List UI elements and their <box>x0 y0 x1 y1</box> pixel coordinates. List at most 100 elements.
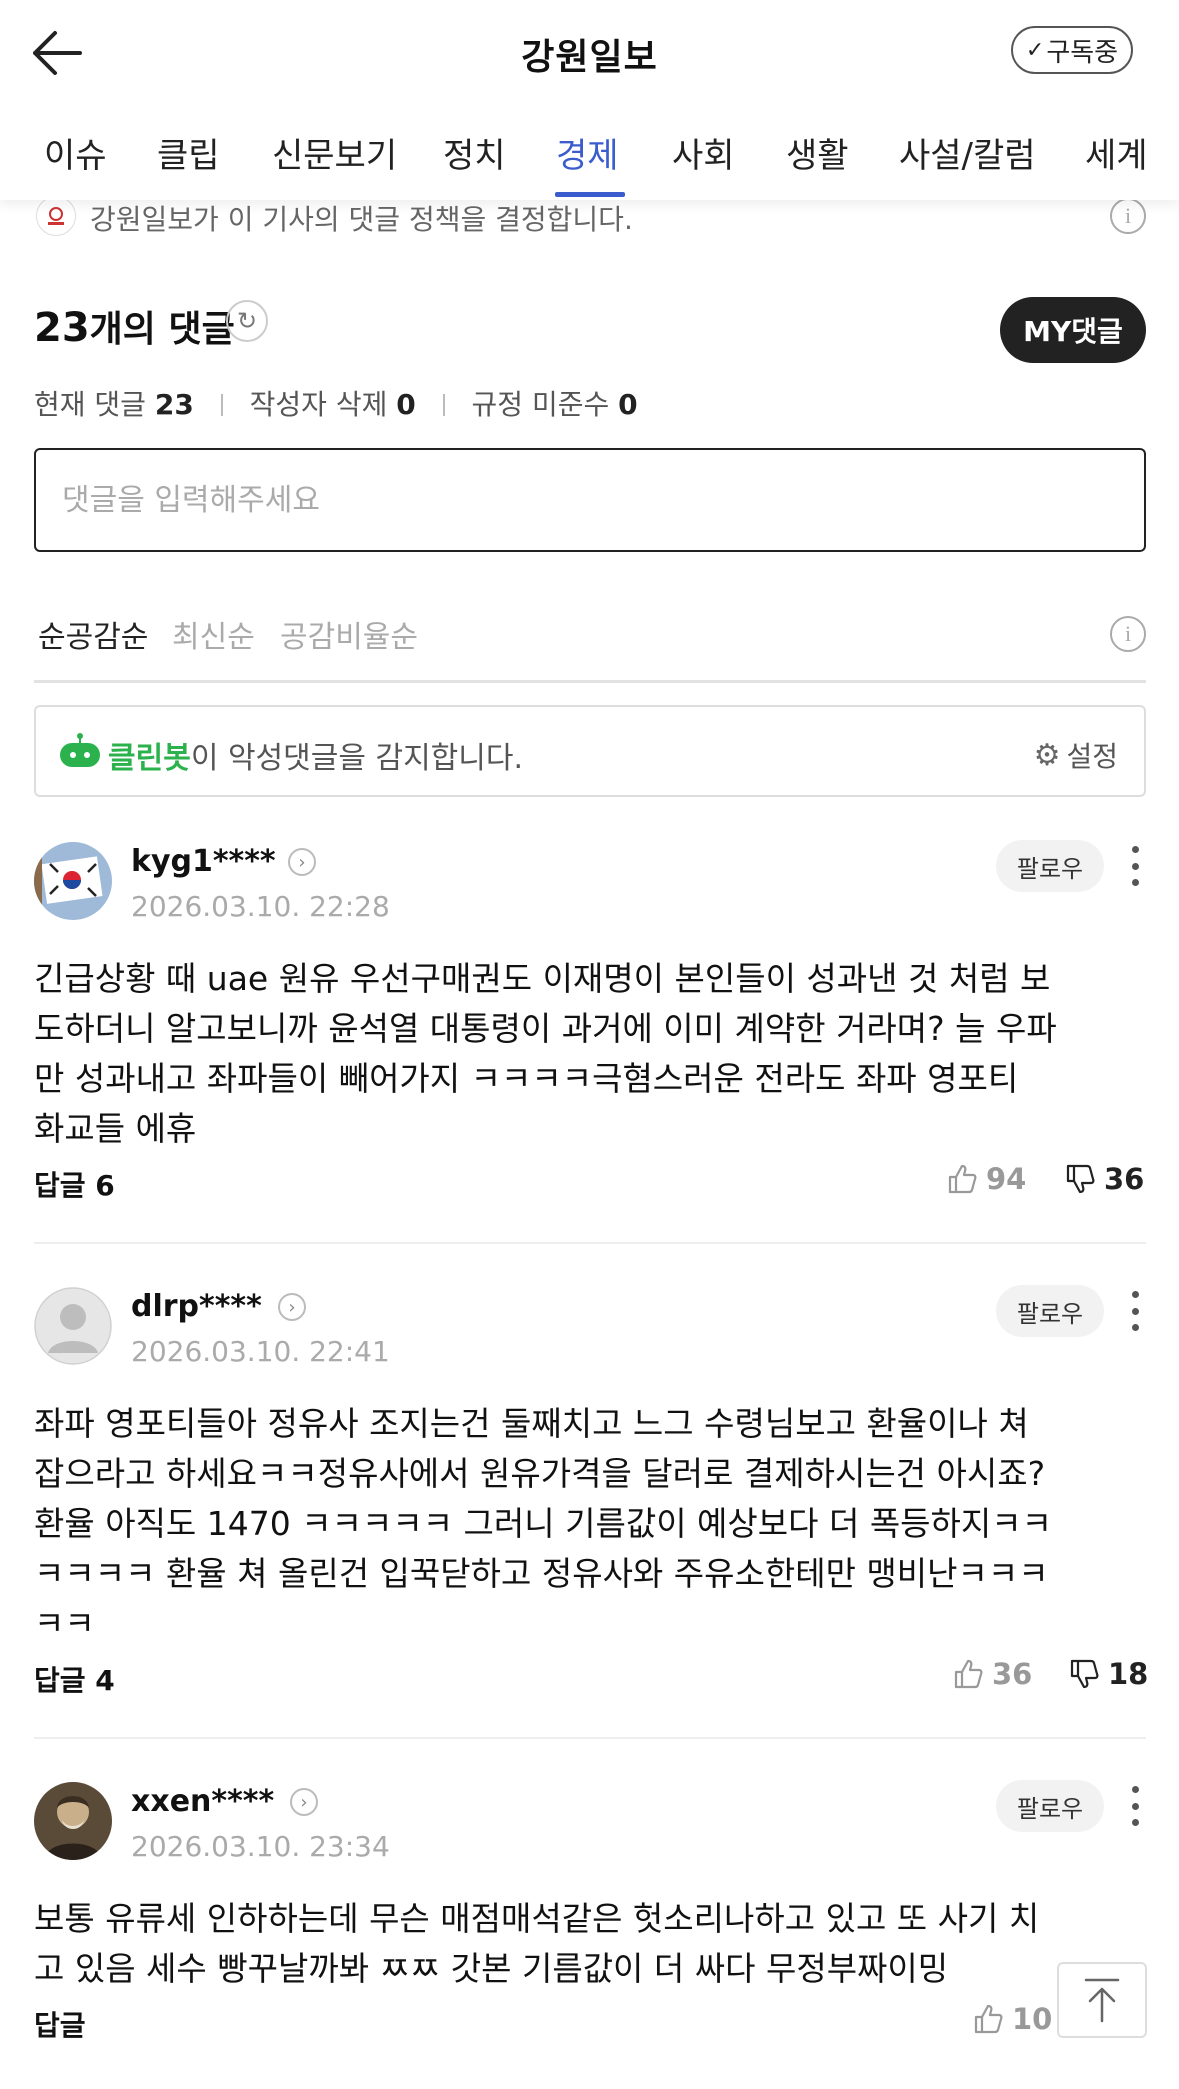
avatar[interactable] <box>34 842 112 920</box>
stat-separator <box>220 394 223 416</box>
comment-text: 보통 유류세 인하하는데 무슨 매점매석같은 헛소리나하고 있고 또 사기 치 … <box>34 1899 1040 1988</box>
comment-date: 2026.03.10. 23:34 <box>131 1830 390 1863</box>
info-icon[interactable]: i <box>1110 616 1146 652</box>
more-vertical-icon[interactable] <box>1128 1291 1142 1331</box>
comment-username[interactable]: dlrp**** <box>131 1289 262 1324</box>
dislike-count: 36 <box>1104 1162 1145 1196</box>
comment-username[interactable]: kyg1**** <box>131 844 276 879</box>
more-vertical-icon[interactable] <box>1128 1786 1142 1826</box>
thumbs-up-icon <box>948 1164 977 1194</box>
active-tab-indicator <box>555 192 625 197</box>
sort-ratio[interactable]: 공감비율순 <box>280 612 418 656</box>
cleanbot-settings-button[interactable]: ⚙ 설정 <box>1034 735 1118 775</box>
more-vertical-icon[interactable] <box>1128 846 1142 886</box>
comment-divider <box>34 1737 1146 1739</box>
like-count: 10 <box>1012 2002 1053 2036</box>
stat-label-violation: 규정 미준수 <box>471 388 610 421</box>
check-icon: ✓ <box>1025 37 1045 63</box>
comment-count-suffix: 개의 댓글 <box>89 309 235 350</box>
chevron-right-icon[interactable]: › <box>290 1788 318 1816</box>
tab-clip[interactable]: 클립 <box>157 128 220 177</box>
policy-text: 강원일보가 이 기사의 댓글 정책을 결정합니다. <box>90 203 633 236</box>
comment-count: 23 <box>34 305 90 351</box>
tab-world[interactable]: 세계 <box>1085 128 1148 177</box>
thumbs-down-icon <box>1066 1164 1095 1194</box>
tab-newspaper[interactable]: 신문보기 <box>272 128 397 177</box>
dislike-button[interactable]: 18 <box>1068 1657 1148 1691</box>
like-button[interactable]: 94 <box>946 1162 1026 1196</box>
stat-value-violation: 0 <box>618 388 638 421</box>
my-comments-button[interactable]: MY댓글 <box>1000 297 1146 363</box>
avatar[interactable] <box>34 1782 112 1860</box>
comment-count-title: 23개의 댓글 <box>34 300 235 352</box>
reply-label: 답글 <box>34 1664 86 1697</box>
scroll-top-button[interactable] <box>1057 1962 1147 2038</box>
info-icon[interactable]: i <box>1110 198 1146 234</box>
comment-stats: 현재 댓글 23 작성자 삭제 0 규정 미준수 0 <box>34 383 638 423</box>
reply-count: 4 <box>95 1664 115 1697</box>
reply-label: 답글 <box>34 2009 86 2042</box>
thumbs-down-icon <box>1070 1659 1099 1689</box>
reply-button[interactable]: 답글 4 <box>34 1659 115 1699</box>
comment-item: xxen**** › 2026.03.10. 23:34 팔로우 보통 유류세 … <box>34 1780 1146 2082</box>
stat-separator <box>442 394 445 416</box>
avatar[interactable] <box>34 1287 112 1365</box>
subscribe-button[interactable]: ✓ 구독중 <box>1011 26 1133 74</box>
follow-button[interactable]: 팔로우 <box>996 840 1104 892</box>
tab-issue[interactable]: 이슈 <box>44 128 107 177</box>
comment-item: dlrp**** › 2026.03.10. 22:41 팔로우 좌파 영포티들… <box>34 1285 1148 1699</box>
stat-value-current: 23 <box>154 388 194 421</box>
dislike-count: 18 <box>1108 1657 1149 1691</box>
cleanbot-text: 클린봇이 악성댓글을 감지합니다. <box>108 733 523 777</box>
reply-button[interactable]: 답글 <box>34 2004 86 2044</box>
tab-society[interactable]: 사회 <box>672 128 735 177</box>
comment-date: 2026.03.10. 22:28 <box>131 890 390 923</box>
top-bar: 강원일보 ✓ 구독중 이슈 클립 신문보기 정치 경제 사회 생활 사설/칼럼 … <box>0 0 1179 200</box>
comment-policy-row: 강원일보가 이 기사의 댓글 정책을 결정합니다. i <box>36 196 1146 236</box>
tab-politics[interactable]: 정치 <box>443 128 506 177</box>
comment-divider <box>34 1242 1146 1244</box>
chevron-right-icon[interactable]: › <box>288 848 316 876</box>
tab-economy[interactable]: 경제 <box>556 128 619 177</box>
follow-button[interactable]: 팔로우 <box>996 1285 1104 1337</box>
like-button[interactable]: 36 <box>952 1657 1032 1691</box>
reply-label: 답글 <box>34 1169 86 1202</box>
comment-date: 2026.03.10. 22:41 <box>131 1335 390 1368</box>
category-tabs: 이슈 클립 신문보기 정치 경제 사회 생활 사설/칼럼 세계 <box>0 120 1179 200</box>
tab-editorial[interactable]: 사설/칼럼 <box>899 128 1036 177</box>
stat-value-deleted: 0 <box>396 388 416 421</box>
stat-label-current: 현재 댓글 <box>34 388 146 421</box>
robot-icon <box>60 733 100 767</box>
sort-latest[interactable]: 최신순 <box>172 612 255 656</box>
comment-input[interactable] <box>34 448 1146 552</box>
thumbs-up-icon <box>954 1659 983 1689</box>
refresh-icon[interactable]: ↻ <box>226 300 268 342</box>
reply-button[interactable]: 답글 6 <box>34 1164 115 1204</box>
sort-likes[interactable]: 순공감순 <box>38 612 148 656</box>
stat-label-deleted: 작성자 삭제 <box>249 388 388 421</box>
gear-icon: ⚙ <box>1033 737 1061 773</box>
reply-count: 6 <box>95 1169 115 1202</box>
arrow-up-icon <box>1084 1978 1120 2023</box>
comment-text: 긴급상황 때 uae 원유 우선구매권도 이재명이 본인들이 성과낸 것 처럼 … <box>34 959 1057 1148</box>
chevron-right-icon[interactable]: › <box>278 1293 306 1321</box>
comment-text: 좌파 영포티들아 정유사 조지는건 둘째치고 느그 수령님보고 환율이나 쳐 잡… <box>34 1404 1052 1643</box>
divider <box>34 680 1146 683</box>
comment-item: kyg1**** › 2026.03.10. 22:28 팔로우 긴급상황 때 … <box>34 840 1146 1204</box>
cleanbot-message: 이 악성댓글을 감지합니다. <box>190 741 524 776</box>
cleanbot-settings-label: 설정 <box>1066 740 1118 773</box>
tab-life[interactable]: 생활 <box>786 128 849 177</box>
press-logo-icon <box>36 196 76 236</box>
dislike-button[interactable]: 36 <box>1064 1162 1144 1196</box>
page-title: 강원일보 <box>521 37 658 78</box>
subscribe-label: 구독중 <box>1046 37 1119 68</box>
like-count: 36 <box>992 1657 1033 1691</box>
like-count: 94 <box>986 1162 1027 1196</box>
like-button[interactable]: 10 <box>972 2002 1052 2036</box>
comment-username[interactable]: xxen**** <box>131 1784 274 1819</box>
follow-button[interactable]: 팔로우 <box>996 1780 1104 1832</box>
comment-count-row: 23개의 댓글 ↻ <box>34 300 268 360</box>
cleanbot-name: 클린봇 <box>108 741 191 776</box>
cleanbot-banner: 클린봇이 악성댓글을 감지합니다. ⚙ 설정 <box>34 705 1146 797</box>
sort-options: 순공감순 최신순 공감비율순 i <box>34 610 1146 660</box>
